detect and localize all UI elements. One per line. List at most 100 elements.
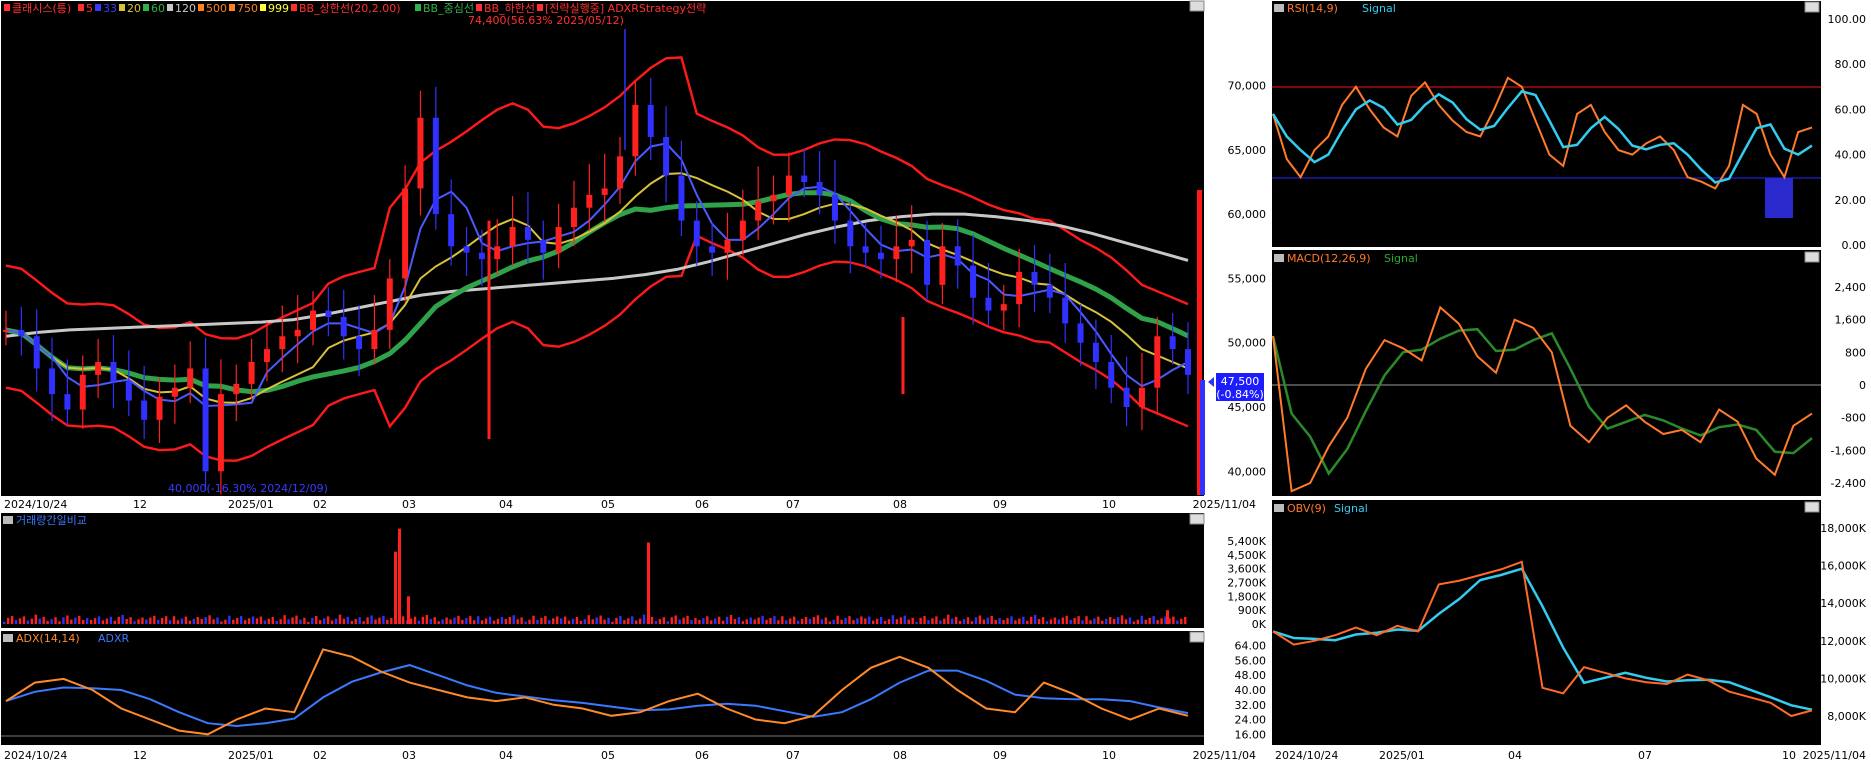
obv-x-label: 07 xyxy=(1638,749,1652,762)
panel-maximize-icon[interactable] xyxy=(1189,631,1205,643)
volume-tick: 5,400K xyxy=(1227,535,1266,548)
legend-item-7: 750 xyxy=(237,2,258,15)
panel-maximize-icon[interactable] xyxy=(1189,0,1205,12)
volume-bar xyxy=(749,617,752,624)
volume-bar xyxy=(26,620,30,624)
volume-bar xyxy=(919,617,922,624)
candle-body xyxy=(601,188,608,195)
x-label: 05 xyxy=(601,749,615,762)
volume-bar xyxy=(85,618,89,624)
volume-bar xyxy=(18,618,22,624)
volume-panel[interactable]: 거래량간일비교 xyxy=(1,513,1205,628)
volume-bar xyxy=(263,620,267,624)
candle-body xyxy=(785,175,792,195)
volume-bar xyxy=(911,617,914,624)
rsi-signal-title: Signal xyxy=(1362,2,1396,15)
volume-bar xyxy=(1176,620,1179,624)
candle-body xyxy=(1031,272,1038,285)
volume-bar xyxy=(733,619,737,624)
macd-signal-title: Signal xyxy=(1384,252,1418,265)
volume-bar xyxy=(848,616,851,624)
volume-bar xyxy=(899,617,903,624)
volume-bar xyxy=(322,618,326,624)
volume-bar xyxy=(1033,614,1037,624)
volume-bar xyxy=(409,618,413,624)
volume-bar xyxy=(1049,619,1053,624)
volume-bar xyxy=(923,616,926,624)
obv-panel[interactable]: OBV(9) Signal xyxy=(1272,500,1821,745)
volume-bar xyxy=(1112,618,1116,624)
volume-bar xyxy=(998,618,1001,624)
x-label: 05 xyxy=(601,498,615,511)
volume-bar xyxy=(978,615,982,624)
macd-title: MACD(12,26,9) xyxy=(1287,252,1371,265)
volume-bar xyxy=(50,619,53,624)
panel-maximize-icon[interactable] xyxy=(1804,251,1820,263)
volume-bar xyxy=(512,615,515,624)
price-panel[interactable]: 클래시스(틍) 5 33 20 60 120 500 750 999 BB_상한선(20,2.00… xyxy=(1,0,1205,496)
volume-bar xyxy=(240,616,243,624)
volume-bar xyxy=(698,620,701,624)
volume-bar xyxy=(548,620,551,624)
volume-bar xyxy=(137,619,140,624)
candle-body xyxy=(110,362,117,382)
volume-bar xyxy=(832,619,835,624)
legend-item-8: 999 xyxy=(268,2,289,15)
x-label: 12 xyxy=(133,749,147,762)
candle-body xyxy=(1000,304,1007,311)
candle-body xyxy=(279,336,286,350)
volume-bar xyxy=(619,616,622,624)
candle-body xyxy=(432,117,439,215)
candle-body xyxy=(49,368,56,395)
legend-swatch xyxy=(4,4,10,11)
panel-icon xyxy=(1274,504,1284,512)
x-label: 10 xyxy=(1102,749,1116,762)
volume-bar xyxy=(330,620,334,624)
volume-bar xyxy=(943,618,946,624)
volume-bar xyxy=(595,617,598,624)
candle-body xyxy=(540,239,547,253)
macd-panel[interactable]: MACD(12,26,9) Signal xyxy=(1271,250,1821,496)
volume-bar xyxy=(22,616,26,624)
volume-bar xyxy=(836,615,839,624)
volume-bar xyxy=(777,620,780,624)
candle-body xyxy=(617,156,624,189)
volume-bar xyxy=(1105,618,1108,624)
volume-plot-area xyxy=(1,513,1204,628)
volume-bar xyxy=(544,616,547,624)
legend-swatch xyxy=(119,4,125,11)
volume-bar xyxy=(70,619,73,624)
volume-tick: 2,700K xyxy=(1227,576,1266,589)
rsi-panel[interactable]: RSI(14,9) Signal xyxy=(1271,1,1821,247)
volume-bar xyxy=(974,617,978,624)
price-volume-bar-blue xyxy=(1200,380,1205,495)
volume-bar xyxy=(54,617,57,624)
price-tick: 70,000 xyxy=(1228,80,1267,93)
adxr-title: ADXR xyxy=(98,632,130,645)
adx-panel[interactable]: ADX(14,14) ADXR xyxy=(1,631,1205,745)
panel-maximize-icon[interactable] xyxy=(1804,1,1820,13)
volume-bar xyxy=(342,618,346,624)
candle-body xyxy=(709,246,716,253)
volume-bar xyxy=(484,618,488,624)
volume-bar xyxy=(935,616,938,624)
adx-plot-area xyxy=(1,631,1204,745)
candle-body xyxy=(647,104,654,137)
volume-bar xyxy=(386,619,389,624)
legend-item-4: 60 xyxy=(151,2,165,15)
panel-icon xyxy=(3,516,13,524)
volume-bar xyxy=(702,618,705,624)
obv-tick: 12,000K xyxy=(1820,635,1866,648)
volume-bar xyxy=(721,620,725,624)
panel-maximize-icon[interactable] xyxy=(1189,513,1205,525)
volume-bar xyxy=(1101,620,1104,624)
volume-bar xyxy=(966,617,970,624)
volume-bar xyxy=(93,618,97,624)
volume-bar xyxy=(121,614,124,624)
volume-bar xyxy=(757,617,760,624)
candle-body xyxy=(125,381,132,401)
candle-body xyxy=(847,220,854,247)
panel-maximize-icon[interactable] xyxy=(1804,501,1820,513)
volume-bar xyxy=(729,614,733,624)
x-label: 2025/11/04 xyxy=(1193,498,1256,511)
